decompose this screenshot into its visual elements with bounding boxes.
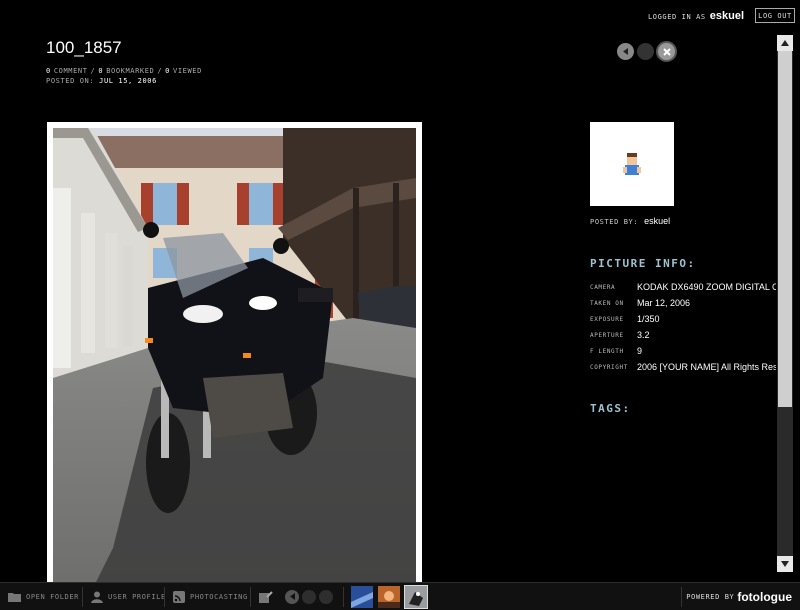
picture-info-list: Camera KODAK DX6490 ZOOM DIGITAL CAMERA … [590,279,776,375]
brand-logo[interactable]: fotologue [737,590,792,604]
divider [681,587,682,607]
user-avatar-icon [623,153,641,175]
username-link[interactable]: eskuel [710,10,744,22]
comments-link[interactable]: Comment [54,67,88,75]
bookmarked-label: Bookmarked [106,67,155,75]
rss-icon [173,590,185,603]
info-label: Exposure [590,315,624,323]
photocasting-label: Photocasting [190,592,248,601]
info-label: F length [590,347,624,355]
info-value: 1/350 [637,314,660,324]
info-label: Aperture [590,331,624,339]
posted-on-label: Posted on: [46,77,95,85]
comments-count: 0 [46,67,51,75]
close-button[interactable] [656,41,677,62]
close-icon [662,47,671,56]
next-photo-button[interactable] [637,43,654,60]
open-folder-button[interactable]: Open folder [8,583,79,610]
info-value: 9 [637,346,643,356]
login-status: Logged in as eskuel [648,10,744,22]
info-value: KODAK DX6490 ZOOM DIGITAL CAMERA [637,282,776,292]
scroll-down-button[interactable] [777,556,793,572]
filmstrip-play-button[interactable] [302,589,316,604]
separator: / [157,67,163,75]
user-icon [91,591,103,603]
info-value: 3.2 [637,330,650,340]
divider [82,587,83,607]
scrollbar[interactable] [777,35,793,572]
posted-by: Posted by: eskuel [590,216,670,226]
info-row-camera: Camera KODAK DX6490 ZOOM DIGITAL CAMERA [590,279,776,295]
thumbnail-1[interactable] [351,586,373,608]
scroll-thumb[interactable] [778,51,792,407]
photo-frame [47,122,422,588]
info-value: 2006 [YOUR NAME] All Rights Reserved. [637,362,776,372]
logout-button[interactable]: Log out [755,8,795,23]
info-label: Camera [590,283,616,291]
powered-by: Powered by fotologue [686,583,792,610]
previous-photo-button[interactable] [617,43,634,60]
open-folder-label: Open folder [26,592,79,601]
info-row-copyright: Copyright 2006 [YOUR NAME] All Rights Re… [590,359,776,375]
play-left-icon [623,48,628,55]
filmstrip-next-button[interactable] [319,589,333,604]
divider [250,587,251,607]
info-row-exposure: Exposure 1/350 [590,311,776,327]
powered-by-label: Powered by [686,592,735,601]
logged-in-label: Logged in as [647,13,706,21]
info-value: Mar 12, 2006 [637,298,691,308]
viewed-label: Viewed [173,67,202,75]
posted-on: Posted on: Jul 15, 2006 [46,77,157,85]
info-row-f-length: F length 9 [590,343,776,359]
scroll-up-button[interactable] [777,35,793,51]
avatar[interactable] [590,122,674,206]
photocasting-button[interactable]: Photocasting [173,583,248,610]
edit-button[interactable] [259,583,273,610]
posted-by-label: Posted by: [590,218,639,226]
thumbnail-2[interactable] [378,586,400,608]
posted-by-user[interactable]: eskuel [644,216,670,226]
tags-heading: Tags: [590,402,631,415]
posted-on-value: Jul 15, 2006 [99,77,157,85]
arrow-up-icon [781,40,789,46]
user-profile-label: User profile [108,592,166,601]
separator: / [90,67,96,75]
photo-stats: 0 Comment / 0 Bookmarked / 0 Viewed [46,67,202,75]
motorcycle-photo[interactable] [53,128,416,588]
edit-icon [259,590,273,603]
bottom-toolbar: Open folder User profile Photocasting Po… [0,582,800,610]
viewed-count: 0 [165,67,170,75]
info-row-aperture: Aperture 3.2 [590,327,776,343]
divider [343,587,344,607]
folder-icon [8,592,21,602]
info-label: Taken on [590,299,624,307]
filmstrip-nav [285,583,333,610]
info-label: Copyright [590,363,628,371]
info-row-taken-on: Taken on Mar 12, 2006 [590,295,776,311]
thumbnail-3-selected[interactable] [404,585,428,609]
arrow-down-icon [781,561,789,567]
bookmarked-count: 0 [98,67,104,75]
filmstrip-prev-button[interactable] [285,589,299,604]
divider [164,587,165,607]
play-left-icon [289,593,295,600]
picture-info-heading: Picture Info: [590,257,696,270]
page-title: 100_1857 [46,38,122,57]
user-profile-button[interactable]: User profile [91,583,166,610]
